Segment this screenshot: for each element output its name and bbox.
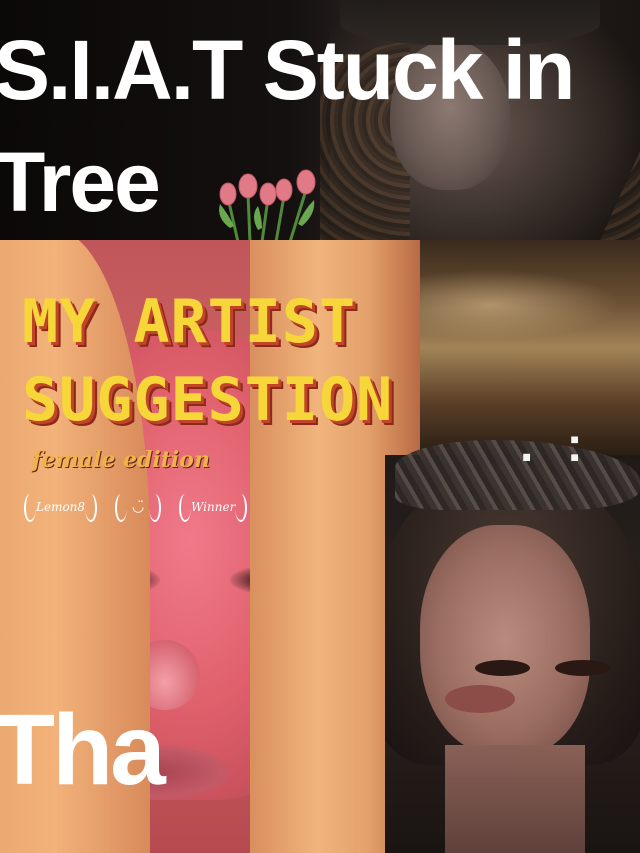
eye-left xyxy=(475,660,530,676)
badge-smiley-icon: ◡̈ xyxy=(115,492,162,522)
right-portrait-neck xyxy=(445,745,585,853)
bottom-caption: Tha xyxy=(0,694,166,806)
top-caption-line1: S.I.A.T Stuck in xyxy=(0,23,575,117)
eye-right xyxy=(555,660,610,676)
badge-lemon8: Lemon8 xyxy=(24,492,98,522)
title-line1: MY ARTIST xyxy=(22,287,357,357)
badge-label: ◡̈ xyxy=(131,499,145,515)
collage-canvas: S.I.A.T Stuck in Tree .: Tha MY ARTIST … xyxy=(0,0,640,853)
tulips-icon xyxy=(219,169,316,242)
right-portrait xyxy=(385,455,640,853)
badge-label: Lemon8 xyxy=(36,500,86,514)
top-caption-line2: Tree xyxy=(0,135,161,229)
title: MY ARTIST SUGGESTION xyxy=(22,283,393,439)
badge-label: Winner xyxy=(191,500,236,514)
badge-winner: Winner xyxy=(179,492,248,522)
title-line2: SUGGESTION xyxy=(22,365,394,435)
right-portrait-lips xyxy=(445,685,515,713)
right-portrait-face xyxy=(420,525,610,755)
subtitle: female edition xyxy=(32,447,210,473)
award-badges: Lemon8 ◡̈ Winner xyxy=(24,492,248,522)
decor-dots: . : xyxy=(520,419,593,472)
